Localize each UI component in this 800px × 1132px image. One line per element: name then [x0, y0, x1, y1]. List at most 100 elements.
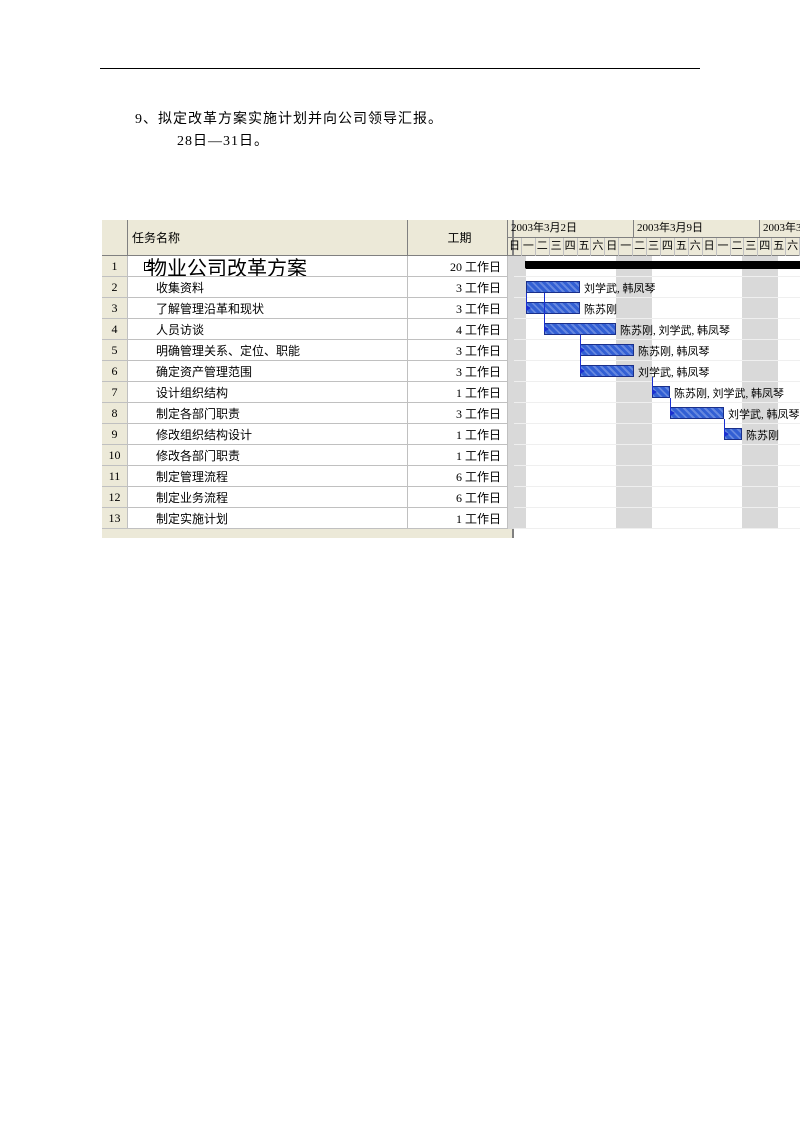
- row-index[interactable]: 6: [102, 361, 128, 381]
- task-name-cell[interactable]: 设计组织结构: [128, 382, 408, 402]
- table-row[interactable]: 6确定资产管理范围3 工作日: [102, 361, 512, 382]
- timeline-row[interactable]: 陈苏刚, 刘学武, 韩凤琴: [514, 382, 800, 403]
- day-header[interactable]: 日: [605, 238, 619, 256]
- table-row[interactable]: 7设计组织结构1 工作日: [102, 382, 512, 403]
- row-index[interactable]: 2: [102, 277, 128, 297]
- row-index[interactable]: 5: [102, 340, 128, 360]
- header-duration[interactable]: 工期: [408, 220, 508, 255]
- task-bar[interactable]: [526, 302, 580, 314]
- task-name-cell[interactable]: 人员访谈: [128, 319, 408, 339]
- timeline-row[interactable]: 陈苏刚: [514, 424, 800, 445]
- duration-cell[interactable]: 3 工作日: [408, 277, 508, 297]
- summary-bar[interactable]: [526, 261, 800, 269]
- timeline-row[interactable]: 刘学武, 韩凤琴: [514, 361, 800, 382]
- duration-cell[interactable]: 3 工作日: [408, 361, 508, 381]
- day-header[interactable]: 一: [619, 238, 633, 256]
- task-name-cell[interactable]: 确定资产管理范围: [128, 361, 408, 381]
- row-index[interactable]: 13: [102, 508, 128, 528]
- day-header[interactable]: 一: [717, 238, 731, 256]
- row-index[interactable]: 11: [102, 466, 128, 486]
- task-name-cell[interactable]: 明确管理关系、定位、职能: [128, 340, 408, 360]
- table-row[interactable]: 1物业公司改革方案20 工作日: [102, 256, 512, 277]
- timeline-row[interactable]: 刘学武, 韩凤琴: [514, 403, 800, 424]
- table-row[interactable]: 3了解管理沿革和现状3 工作日: [102, 298, 512, 319]
- table-row[interactable]: 8制定各部门职责3 工作日: [102, 403, 512, 424]
- duration-cell[interactable]: 1 工作日: [408, 445, 508, 465]
- day-header[interactable]: 四: [758, 238, 772, 256]
- timeline-row[interactable]: [514, 508, 800, 529]
- duration-cell[interactable]: 6 工作日: [408, 466, 508, 486]
- day-header[interactable]: 四: [564, 238, 578, 256]
- task-name-cell[interactable]: 制定各部门职责: [128, 403, 408, 423]
- row-index[interactable]: 3: [102, 298, 128, 318]
- table-row[interactable]: 13制定实施计划1 工作日: [102, 508, 512, 529]
- task-name-cell[interactable]: 修改组织结构设计: [128, 424, 408, 444]
- duration-cell[interactable]: 4 工作日: [408, 319, 508, 339]
- duration-cell[interactable]: 3 工作日: [408, 403, 508, 423]
- day-header[interactable]: 日: [508, 238, 522, 256]
- table-row[interactable]: 5明确管理关系、定位、职能3 工作日: [102, 340, 512, 361]
- task-bar[interactable]: [670, 407, 724, 419]
- day-header[interactable]: 一: [522, 238, 536, 256]
- table-row[interactable]: 10修改各部门职责1 工作日: [102, 445, 512, 466]
- day-header[interactable]: 日: [703, 238, 717, 256]
- week-header[interactable]: 2003年3月9日: [634, 220, 760, 238]
- task-name-cell[interactable]: 修改各部门职责: [128, 445, 408, 465]
- timeline-row[interactable]: 陈苏刚: [514, 298, 800, 319]
- row-index[interactable]: 4: [102, 319, 128, 339]
- day-header[interactable]: 二: [633, 238, 647, 256]
- day-header[interactable]: 二: [731, 238, 745, 256]
- row-index[interactable]: 1: [102, 256, 128, 276]
- task-bar[interactable]: [580, 365, 634, 377]
- day-header[interactable]: 六: [786, 238, 800, 256]
- task-name-cell[interactable]: 收集资料: [128, 277, 408, 297]
- task-name-cell[interactable]: 制定管理流程: [128, 466, 408, 486]
- table-row[interactable]: 2收集资料3 工作日: [102, 277, 512, 298]
- task-name-cell[interactable]: 制定业务流程: [128, 487, 408, 507]
- header-index[interactable]: [102, 220, 128, 255]
- day-header[interactable]: 三: [744, 238, 758, 256]
- table-row[interactable]: 4人员访谈4 工作日: [102, 319, 512, 340]
- table-row[interactable]: 12制定业务流程6 工作日: [102, 487, 512, 508]
- header-task-name[interactable]: 任务名称: [128, 220, 408, 255]
- table-row[interactable]: 11制定管理流程6 工作日: [102, 466, 512, 487]
- duration-cell[interactable]: 1 工作日: [408, 382, 508, 402]
- row-index[interactable]: 7: [102, 382, 128, 402]
- row-index[interactable]: 12: [102, 487, 128, 507]
- timeline-row[interactable]: 陈苏刚, 韩凤琴: [514, 340, 800, 361]
- outline-collapse-icon[interactable]: [144, 262, 153, 271]
- day-header[interactable]: 三: [550, 238, 564, 256]
- week-header[interactable]: 2003年3月1: [760, 220, 800, 238]
- timeline-row[interactable]: [514, 466, 800, 487]
- day-header[interactable]: 四: [661, 238, 675, 256]
- duration-cell[interactable]: 20 工作日: [408, 256, 508, 276]
- row-index[interactable]: 10: [102, 445, 128, 465]
- duration-cell[interactable]: 1 工作日: [408, 424, 508, 444]
- day-header[interactable]: 五: [675, 238, 689, 256]
- row-index[interactable]: 9: [102, 424, 128, 444]
- day-header[interactable]: 五: [578, 238, 592, 256]
- day-header[interactable]: 二: [536, 238, 550, 256]
- row-index[interactable]: 8: [102, 403, 128, 423]
- day-header[interactable]: 六: [591, 238, 605, 256]
- duration-cell[interactable]: 1 工作日: [408, 508, 508, 528]
- week-header[interactable]: 2003年3月2日: [508, 220, 634, 238]
- task-name-cell[interactable]: 制定实施计划: [128, 508, 408, 528]
- task-name-cell[interactable]: 了解管理沿革和现状: [128, 298, 408, 318]
- task-bar[interactable]: [526, 281, 580, 293]
- timeline-row[interactable]: 陈苏刚, 刘学武, 韩凤琴: [514, 319, 800, 340]
- table-row[interactable]: 9修改组织结构设计1 工作日: [102, 424, 512, 445]
- day-header[interactable]: 六: [689, 238, 703, 256]
- day-header[interactable]: 五: [772, 238, 786, 256]
- timeline-row[interactable]: [514, 445, 800, 466]
- day-header[interactable]: 三: [647, 238, 661, 256]
- duration-cell[interactable]: 6 工作日: [408, 487, 508, 507]
- timeline-body[interactable]: 刘学武, 韩凤琴陈苏刚陈苏刚, 刘学武, 韩凤琴陈苏刚, 韩凤琴刘学武, 韩凤琴…: [514, 256, 800, 529]
- task-bar[interactable]: [544, 323, 616, 335]
- duration-cell[interactable]: 3 工作日: [408, 340, 508, 360]
- task-name-cell[interactable]: 物业公司改革方案: [128, 256, 408, 276]
- timeline-row[interactable]: 刘学武, 韩凤琴: [514, 277, 800, 298]
- timeline-row[interactable]: [514, 487, 800, 508]
- timeline-row[interactable]: [514, 256, 800, 277]
- task-bar[interactable]: [580, 344, 634, 356]
